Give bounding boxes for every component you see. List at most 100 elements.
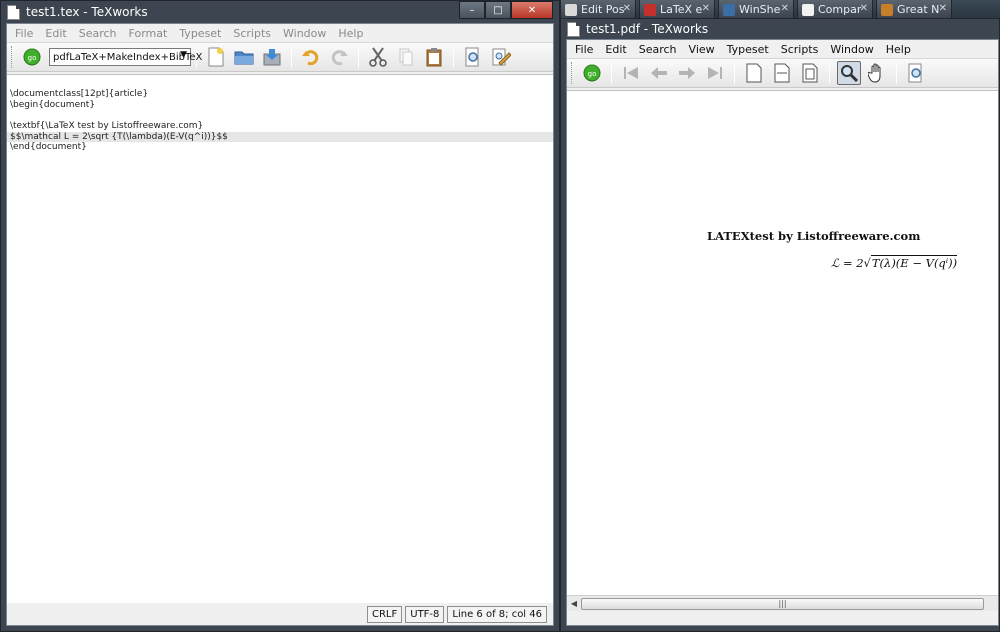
browser-tab[interactable]: WinShe ✕ bbox=[718, 0, 794, 20]
browser-tab[interactable]: Compar ✕ bbox=[797, 0, 873, 20]
first-page-button[interactable] bbox=[619, 61, 643, 85]
menu-format[interactable]: Format bbox=[123, 27, 174, 40]
editor-toolbar: go pdfLaTeX+MakeIndex+BibTeX ▼ bbox=[7, 42, 553, 72]
svg-text:go: go bbox=[588, 70, 597, 78]
copy-icon bbox=[399, 48, 413, 66]
menu-edit[interactable]: Edit bbox=[599, 43, 632, 56]
browser-tab[interactable]: Great N ✕ bbox=[876, 0, 952, 20]
find-button[interactable] bbox=[461, 45, 485, 69]
tab-label: Compar bbox=[818, 3, 862, 16]
last-page-button[interactable] bbox=[703, 61, 727, 85]
window-title: test1.pdf - TeXworks bbox=[586, 22, 709, 36]
redo-button[interactable] bbox=[327, 45, 351, 69]
pdf-formula: ℒ = 2√T(λ)(E − V(qⁱ)) bbox=[831, 255, 958, 270]
typeset-engine-select[interactable]: pdfLaTeX+MakeIndex+BibTeX ▼ bbox=[49, 48, 202, 66]
previous-page-button[interactable] bbox=[647, 61, 671, 85]
minimize-button[interactable]: – bbox=[459, 1, 485, 19]
pdf-page-view[interactable]: LATEXtest by Listoffreeware.com ℒ = 2√T(… bbox=[567, 90, 998, 595]
menu-scripts[interactable]: Scripts bbox=[775, 43, 825, 56]
typeset-button[interactable]: go bbox=[580, 61, 604, 85]
redo-icon bbox=[331, 50, 348, 66]
clipboard-icon bbox=[426, 48, 442, 67]
menu-typeset[interactable]: Typeset bbox=[721, 43, 775, 56]
pdf-window: test1.pdf - TeXworks File Edit Search Vi… bbox=[560, 18, 1000, 632]
chevron-down-icon: ▼ bbox=[180, 50, 187, 60]
toolbar-grip[interactable] bbox=[571, 62, 574, 84]
close-button[interactable]: ✕ bbox=[511, 1, 553, 19]
open-folder-icon bbox=[234, 51, 254, 65]
menu-window[interactable]: Window bbox=[277, 27, 332, 40]
menu-scripts[interactable]: Scripts bbox=[227, 27, 277, 40]
menu-typeset[interactable]: Typeset bbox=[173, 27, 227, 40]
browser-tab[interactable]: LaTeX e ✕ bbox=[639, 0, 715, 20]
scroll-tool-button[interactable] bbox=[865, 61, 889, 85]
find-button[interactable] bbox=[904, 61, 928, 85]
menu-search[interactable]: Search bbox=[73, 27, 123, 40]
undo-icon bbox=[302, 50, 319, 66]
open-file-button[interactable] bbox=[232, 45, 256, 69]
hand-icon bbox=[868, 63, 881, 83]
document-icon bbox=[7, 4, 20, 20]
menu-help[interactable]: Help bbox=[880, 43, 917, 56]
browser-tab[interactable]: Edit Pos ✕ bbox=[560, 0, 636, 20]
replace-button[interactable] bbox=[489, 45, 513, 69]
scrollbar-thumb[interactable]: ||| bbox=[581, 597, 984, 610]
fit-window-button[interactable] bbox=[798, 61, 822, 85]
maximize-button[interactable]: □ bbox=[485, 1, 511, 19]
menu-help[interactable]: Help bbox=[332, 27, 369, 40]
close-icon[interactable]: ✕ bbox=[939, 3, 947, 14]
arrow-left-icon bbox=[651, 67, 667, 79]
code-line[interactable] bbox=[7, 110, 553, 121]
toolbar-grip[interactable] bbox=[11, 46, 14, 68]
menu-view[interactable]: View bbox=[683, 43, 721, 56]
editor-statusbar: CRLF UTF-8 Line 6 of 8; col 46 bbox=[7, 603, 553, 625]
pdf-titlebar[interactable]: test1.pdf - TeXworks bbox=[561, 19, 999, 39]
horizontal-scrollbar[interactable]: ◀ ||| bbox=[567, 595, 998, 611]
fit-width-button[interactable] bbox=[770, 61, 794, 85]
copy-button[interactable] bbox=[394, 45, 418, 69]
cursor-position[interactable]: Line 6 of 8; col 46 bbox=[447, 605, 547, 623]
next-page-button[interactable] bbox=[675, 61, 699, 85]
menu-search[interactable]: Search bbox=[633, 43, 683, 56]
tab-label: WinShe bbox=[739, 3, 781, 16]
line-ending-indicator[interactable]: CRLF bbox=[366, 605, 403, 623]
save-button[interactable] bbox=[260, 45, 284, 69]
current-code-line[interactable]: $$\mathcal L = 2\sqrt {T(\lambda)(E-V(q^… bbox=[7, 131, 553, 143]
editor-client: File Edit Search Format Typeset Scripts … bbox=[6, 23, 554, 626]
scroll-left-icon[interactable]: ◀ bbox=[567, 599, 581, 608]
menu-file[interactable]: File bbox=[9, 27, 39, 40]
code-line[interactable]: \textbf{\LaTeX test by Listoffreeware.co… bbox=[7, 121, 553, 132]
close-icon[interactable]: ✕ bbox=[781, 3, 789, 14]
close-icon[interactable]: ✕ bbox=[702, 3, 710, 14]
code-line[interactable]: \begin{document} bbox=[7, 100, 553, 111]
menu-edit[interactable]: Edit bbox=[39, 27, 72, 40]
close-icon[interactable]: ✕ bbox=[860, 3, 868, 14]
code-line[interactable]: \documentclass[12pt]{article} bbox=[7, 89, 553, 100]
sqrt-sign: √ bbox=[863, 256, 871, 270]
toolbar-separator bbox=[453, 46, 454, 68]
close-icon[interactable]: ✕ bbox=[623, 3, 631, 14]
fit-width-icon bbox=[774, 63, 790, 83]
toolbar-separator bbox=[829, 62, 830, 84]
tab-label: Great N bbox=[897, 3, 940, 16]
menu-window[interactable]: Window bbox=[824, 43, 879, 56]
encoding-indicator[interactable]: UTF-8 bbox=[405, 605, 445, 623]
paste-button[interactable] bbox=[422, 45, 446, 69]
new-file-button[interactable] bbox=[204, 45, 228, 69]
code-line[interactable]: \end{document} bbox=[7, 142, 553, 153]
find-icon bbox=[908, 63, 922, 83]
window-controls: – □ ✕ bbox=[459, 1, 553, 19]
actual-size-button[interactable] bbox=[742, 61, 766, 85]
magnify-tool-button[interactable] bbox=[837, 61, 861, 85]
arrow-right-icon bbox=[679, 67, 695, 79]
background-browser-tabs: Edit Pos ✕ LaTeX e ✕ WinShe ✕ Compar ✕ Great… bbox=[560, 0, 1000, 20]
typeset-button[interactable]: go bbox=[20, 45, 44, 69]
source-editor[interactable]: \documentclass[12pt]{article} \begin{doc… bbox=[7, 74, 553, 603]
editor-titlebar[interactable]: test1.tex - TeXworks – □ ✕ bbox=[1, 1, 559, 23]
cut-button[interactable] bbox=[366, 45, 390, 69]
page-icon bbox=[565, 3, 577, 16]
undo-button[interactable] bbox=[299, 45, 323, 69]
menu-file[interactable]: File bbox=[569, 43, 599, 56]
formula-lhs: ℒ = 2 bbox=[831, 256, 864, 270]
site-icon bbox=[881, 3, 893, 16]
